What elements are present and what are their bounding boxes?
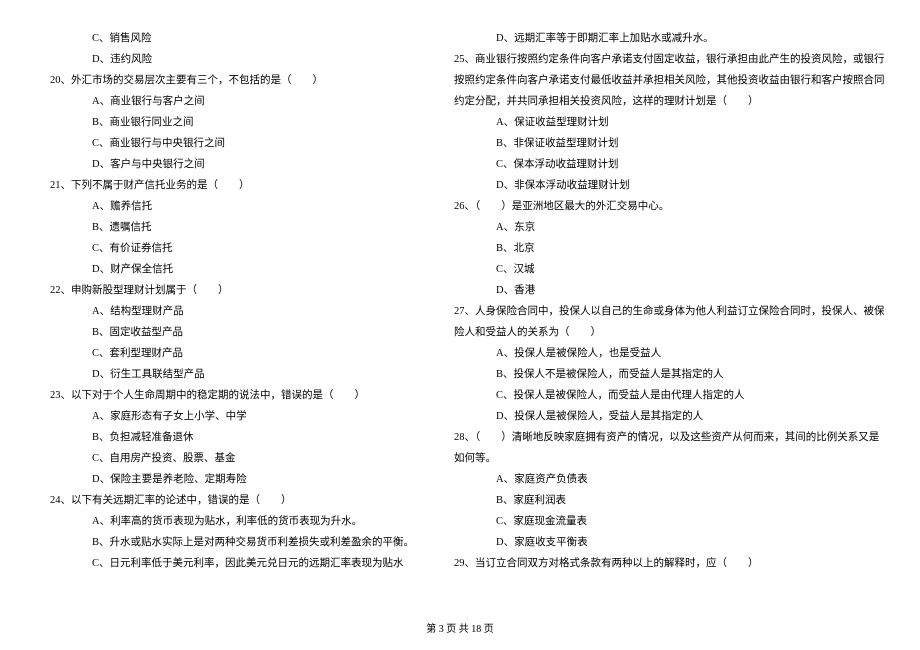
text-line: 25、商业银行按照约定条件向客户承诺支付固定收益，银行承担由此产生的投资风险，或… xyxy=(454,49,885,70)
text-line: D、衍生工具联结型产品 xyxy=(50,364,414,385)
text-line: B、北京 xyxy=(454,238,885,259)
text-line: B、非保证收益型理财计划 xyxy=(454,133,885,154)
text-line: B、遗嘱信托 xyxy=(50,217,414,238)
text-line: C、保本浮动收益理财计划 xyxy=(454,154,885,175)
text-line: 26、（ ）是亚洲地区最大的外汇交易中心。 xyxy=(454,196,885,217)
text-line: C、家庭现金流量表 xyxy=(454,511,885,532)
text-line: C、日元利率低于美元利率，因此美元兑日元的远期汇率表现为贴水 xyxy=(50,553,414,574)
text-line: 22、申购新股型理财计划属于（ ） xyxy=(50,280,414,301)
document-page: C、销售风险D、违约风险20、外汇市场的交易层次主要有三个，不包括的是（ ）A、… xyxy=(0,0,920,650)
text-line: D、保险主要是养老险、定期寿险 xyxy=(50,469,414,490)
text-line: A、商业银行与客户之间 xyxy=(50,91,414,112)
text-line: C、有价证券信托 xyxy=(50,238,414,259)
text-line: B、负担减轻准备退休 xyxy=(50,427,414,448)
text-line: 29、当订立合同双方对格式条款有两种以上的解释时，应（ ） xyxy=(454,553,885,574)
text-line: C、自用房产投资、股票、基金 xyxy=(50,448,414,469)
text-line: D、非保本浮动收益理财计划 xyxy=(454,175,885,196)
text-line: 险人和受益人的关系为（ ） xyxy=(454,322,885,343)
right-column: D、远期汇率等于即期汇率上加贴水或减升水。25、商业银行按照约定条件向客户承诺支… xyxy=(454,28,885,620)
text-line: D、远期汇率等于即期汇率上加贴水或减升水。 xyxy=(454,28,885,49)
text-line: 21、下列不属于财产信托业务的是（ ） xyxy=(50,175,414,196)
text-line: C、套利型理财产品 xyxy=(50,343,414,364)
text-line: B、家庭利润表 xyxy=(454,490,885,511)
text-line: D、违约风险 xyxy=(50,49,414,70)
text-line: B、投保人不是被保险人，而受益人是其指定的人 xyxy=(454,364,885,385)
text-line: A、投保人是被保险人，也是受益人 xyxy=(454,343,885,364)
text-line: A、东京 xyxy=(454,217,885,238)
text-line: 24、以下有关远期汇率的论述中，错误的是（ ） xyxy=(50,490,414,511)
text-line: 23、以下对于个人生命周期中的稳定期的说法中，错误的是（ ） xyxy=(50,385,414,406)
left-column: C、销售风险D、违约风险20、外汇市场的交易层次主要有三个，不包括的是（ ）A、… xyxy=(50,28,414,620)
text-line: 按照约定条件向客户承诺支付最低收益并承担相关风险，其他投资收益由银行和客户按照合… xyxy=(454,70,885,91)
page-footer: 第 3 页 共 18 页 xyxy=(0,620,920,635)
text-line: D、投保人是被保险人，受益人是其指定的人 xyxy=(454,406,885,427)
text-line: B、固定收益型产品 xyxy=(50,322,414,343)
text-line: B、商业银行同业之间 xyxy=(50,112,414,133)
text-line: A、结构型理财产品 xyxy=(50,301,414,322)
text-line: 27、人身保险合同中，投保人以自己的生命或身体为他人利益订立保险合同时，投保人、… xyxy=(454,301,885,322)
text-line: D、财产保全信托 xyxy=(50,259,414,280)
text-line: D、客户与中央银行之间 xyxy=(50,154,414,175)
text-line: 如何等。 xyxy=(454,448,885,469)
text-line: A、保证收益型理财计划 xyxy=(454,112,885,133)
text-line: 28、（ ）清晰地反映家庭拥有资产的情况，以及这些资产从何而来，其间的比例关系又… xyxy=(454,427,885,448)
text-line: D、香港 xyxy=(454,280,885,301)
text-line: A、赡养信托 xyxy=(50,196,414,217)
text-line: A、利率高的货币表现为贴水，利率低的货币表现为升水。 xyxy=(50,511,414,532)
text-line: B、升水或贴水实际上是对两种交易货币利差损失或利差盈余的平衡。 xyxy=(50,532,414,553)
text-line: C、汉城 xyxy=(454,259,885,280)
text-line: A、家庭形态有子女上小学、中学 xyxy=(50,406,414,427)
text-line: C、商业银行与中央银行之间 xyxy=(50,133,414,154)
text-line: 约定分配，并共同承担相关投资风险，这样的理财计划是（ ） xyxy=(454,91,885,112)
text-line: 20、外汇市场的交易层次主要有三个，不包括的是（ ） xyxy=(50,70,414,91)
text-line: D、家庭收支平衡表 xyxy=(454,532,885,553)
text-line: C、销售风险 xyxy=(50,28,414,49)
text-line: C、投保人是被保险人，而受益人是由代理人指定的人 xyxy=(454,385,885,406)
text-line: A、家庭资产负债表 xyxy=(454,469,885,490)
